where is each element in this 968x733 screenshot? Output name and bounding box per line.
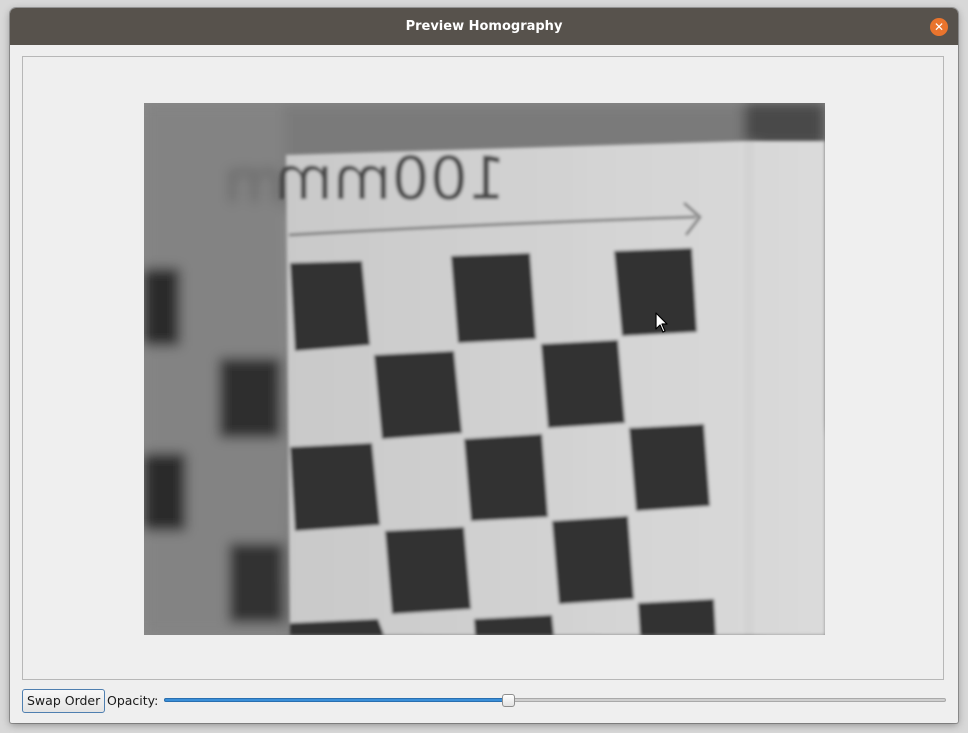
opacity-slider-handle[interactable] [502,694,515,707]
control-bar: Swap Order Opacity: [22,688,946,714]
swap-order-button[interactable]: Swap Order [22,689,106,713]
preview-canvas: mm 100mm [144,103,825,635]
title-bar[interactable]: Preview Homography ✕ [10,8,958,45]
opacity-slider[interactable] [164,694,946,707]
opacity-slider-fill [164,698,509,702]
homography-preview-image: mm 100mm [144,103,825,635]
warped-image: 100mm [275,141,825,635]
svg-text:100mm: 100mm [275,144,506,214]
mouse-pointer-icon [655,312,669,338]
preview-frame: mm 100mm [22,56,944,680]
window-title: Preview Homography [405,19,563,34]
close-icon[interactable]: ✕ [930,18,948,36]
preview-homography-window: Preview Homography ✕ mm 100mm Swap Order… [10,8,958,723]
opacity-label: Opacity: [107,693,159,708]
